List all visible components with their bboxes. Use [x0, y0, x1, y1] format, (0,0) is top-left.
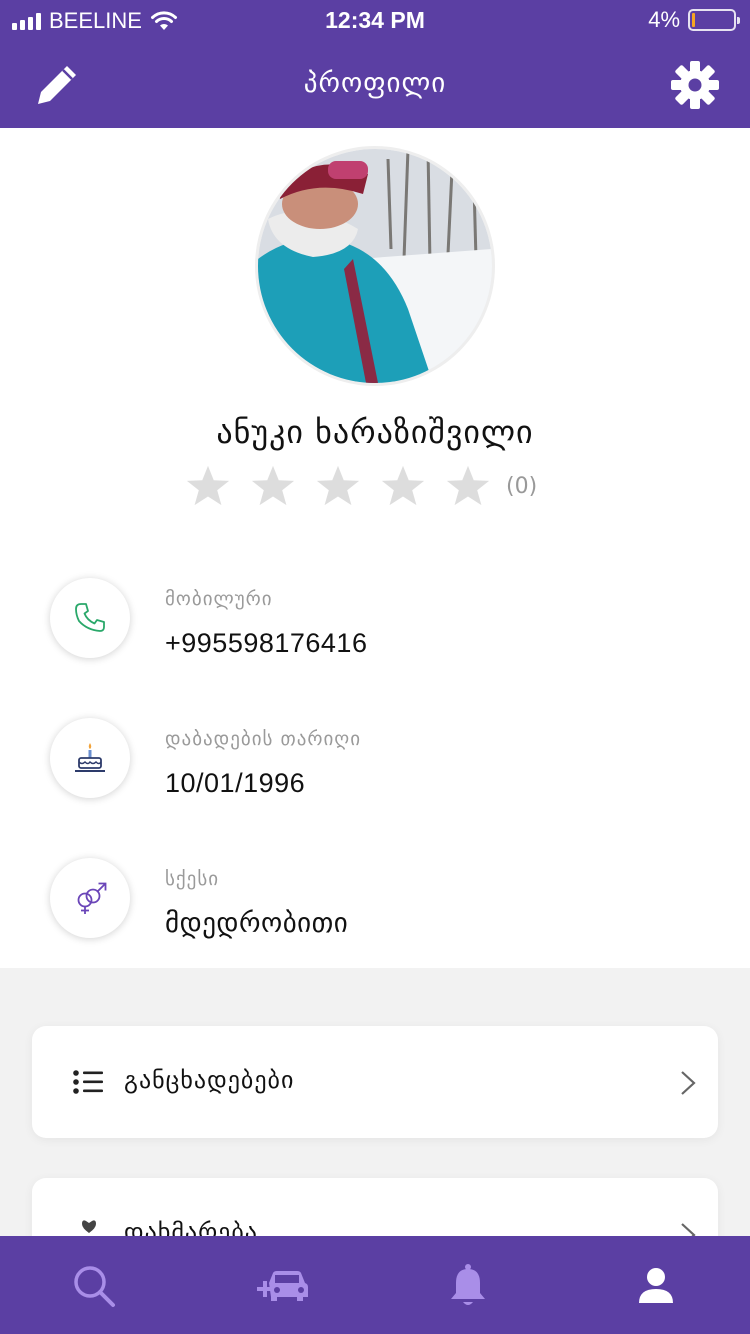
- status-time: 12:34 PM: [325, 7, 425, 33]
- rating-count: (0): [506, 473, 538, 499]
- bell-icon: [451, 1264, 485, 1305]
- navigation-bar: პროფილი: [0, 40, 750, 128]
- info-row-mobile: მობილური +995598176416: [0, 578, 750, 678]
- info-row-birthdate: დაბადების თარიღი 10/01/1996: [0, 718, 750, 818]
- avatar-photo: [258, 149, 492, 383]
- gender-icon: [77, 882, 107, 914]
- status-bar: BEELINE 12:34 PM 4%: [0, 0, 750, 40]
- birthdate-label: დაბადების თარიღი: [165, 728, 362, 750]
- settings-button[interactable]: [668, 58, 722, 112]
- mobile-label: მობილური: [165, 588, 273, 610]
- info-row-gender: სქესი მდედრობითი: [0, 858, 750, 958]
- menu-item-announcements[interactable]: განცხადებები: [32, 1026, 718, 1138]
- tab-profile[interactable]: [628, 1258, 684, 1314]
- page-title: პროფილი: [303, 68, 447, 99]
- mobile-value: +995598176416: [165, 628, 368, 658]
- gear-icon: [671, 61, 719, 109]
- star-icon: [446, 465, 490, 506]
- profile-name: ანუკი ხარაზიშვილი: [216, 413, 534, 451]
- star-icon: [186, 465, 230, 506]
- star-icon: [316, 465, 360, 506]
- birthdate-value: 10/01/1996: [165, 768, 306, 798]
- gender-label: სქესი: [165, 868, 220, 890]
- birthday-cake-icon: [75, 743, 105, 772]
- rating-stars: (0): [185, 463, 537, 509]
- phone-icon: [75, 603, 105, 632]
- user-icon: [639, 1268, 673, 1303]
- battery-icon: [688, 9, 740, 31]
- search-icon: [74, 1266, 115, 1307]
- list-icon: [73, 1070, 103, 1094]
- chevron-right-icon: [681, 1071, 696, 1095]
- tab-search[interactable]: [66, 1258, 122, 1314]
- profile-section: ანუკი ხარაზიშვილი (0) მობილური +99559817…: [0, 128, 750, 968]
- gender-value: მდედრობითი: [165, 908, 349, 939]
- tab-bar: [0, 1236, 750, 1334]
- avatar[interactable]: [255, 146, 495, 386]
- add-car-icon: [257, 1271, 308, 1301]
- menu-item-label: განცხადებები: [124, 1066, 295, 1094]
- star-icon: [251, 465, 295, 506]
- tab-notifications[interactable]: [440, 1258, 496, 1314]
- battery-percent: 4%: [648, 7, 680, 32]
- tab-add-ride[interactable]: [254, 1258, 310, 1314]
- star-icon: [381, 465, 425, 506]
